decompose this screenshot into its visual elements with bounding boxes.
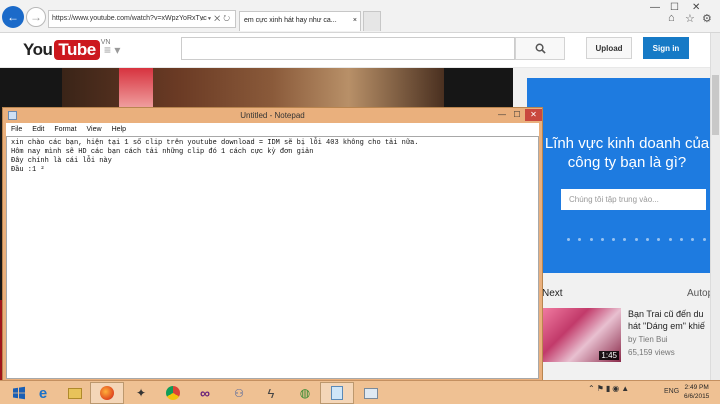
tab-title: em cực xinh hát hay như ca... <box>244 17 337 24</box>
menu-format[interactable]: Format <box>49 126 81 133</box>
page-scrollbar[interactable] <box>710 33 720 380</box>
system-tray-icons[interactable]: ⌃⚑▮◉▲ <box>588 384 631 393</box>
clock-date: 6/6/2015 <box>684 393 710 400</box>
visual-studio-icon[interactable]: ∞ <box>188 382 222 404</box>
notepad-window: Untitled - Notepad — ☐ ✕ File Edit Forma… <box>2 107 543 382</box>
maximize-button[interactable]: ☐ <box>510 109 524 121</box>
notepad-icon[interactable] <box>320 382 354 404</box>
scrollbar-thumb[interactable] <box>712 75 719 135</box>
notepad-menu-bar: File Edit Format View Help <box>6 123 539 136</box>
tab-youtube[interactable]: em cực xinh hát hay như ca... × <box>239 11 361 31</box>
gear-icon[interactable]: ⚙ <box>702 12 712 25</box>
menu-help[interactable]: Help <box>107 126 131 133</box>
address-bar[interactable]: https://www.youtube.com/watch?v=xWpzYoRx… <box>48 10 236 28</box>
address-bar-icons[interactable]: ⌕▾✕↻ <box>200 11 233 27</box>
next-video-title[interactable]: Bạn Trai cũ đến du hát "Dáng em" khiế <box>628 308 720 332</box>
notepad-title: Untitled - Notepad <box>240 111 305 120</box>
youtube-logo[interactable]: You Tube VN <box>23 39 110 61</box>
search-input[interactable] <box>181 37 515 60</box>
youtube-header: You Tube VN ≡ ▾ Upload Sign in <box>0 33 720 68</box>
next-video-title-line: Bạn Trai cũ đến du <box>628 309 704 319</box>
next-video-views: 65,159 views <box>628 348 675 357</box>
arrow-left-icon: ← <box>7 10 19 24</box>
text-line: xin chào các bạn, hiện tại 1 số clip trê… <box>11 139 419 147</box>
text-line: Đây chính là cái lỗi này <box>11 157 112 165</box>
browser-toolbar: ← → https://www.youtube.com/watch?v=xWpz… <box>0 0 720 33</box>
guide-menu-icon[interactable]: ≡ ▾ <box>104 43 120 57</box>
upload-button[interactable]: Upload <box>586 37 632 59</box>
chrome-icon[interactable] <box>156 382 190 404</box>
menu-edit[interactable]: Edit <box>27 126 49 133</box>
sign-in-button[interactable]: Sign in <box>643 37 689 59</box>
new-tab-button[interactable] <box>363 11 381 31</box>
next-video-thumbnail[interactable]: 1:45 <box>543 308 621 362</box>
text-line: Đầu :1 ² <box>11 166 45 174</box>
up-next-label: Next <box>542 288 563 299</box>
clock[interactable]: 2:49 PM 6/6/2015 <box>684 383 709 401</box>
taskbar: e ✦ ∞ ⚇ ϟ ◍ ⌃⚑▮◉▲ ENG 2:49 PM 6/6/2015 <box>0 380 720 404</box>
search-button[interactable] <box>515 37 565 60</box>
next-video-channel[interactable]: by Tien Bui <box>628 335 668 344</box>
sidebar: Lĩnh vực kinh doanh của công ty bạn là g… <box>513 68 720 380</box>
video-duration: 1:45 <box>599 351 619 360</box>
firefox-icon[interactable] <box>90 382 124 404</box>
ie-icon[interactable]: e <box>26 382 60 404</box>
file-explorer-icon[interactable] <box>58 382 92 404</box>
text-line: Hôm nay mình sẽ HD các bạn cách tải nhữn… <box>11 148 314 156</box>
home-icon[interactable]: ⌂ <box>668 12 675 24</box>
back-button[interactable]: ← <box>2 6 24 28</box>
minimize-button[interactable]: — <box>495 109 509 121</box>
menu-file[interactable]: File <box>6 126 27 133</box>
logo-you-text: You <box>23 40 53 59</box>
windows-store-icon[interactable]: ✦ <box>124 382 158 404</box>
ad-dots <box>567 238 717 241</box>
arrow-right-icon: → <box>30 10 42 24</box>
close-button[interactable]: ✕ <box>525 109 542 121</box>
url-text: https://www.youtube.com/watch?v=xWpzYoRx… <box>52 15 207 22</box>
forward-button[interactable]: → <box>26 7 46 27</box>
torrent-icon[interactable]: ◍ <box>288 382 322 404</box>
ad-banner[interactable]: Lĩnh vực kinh doanh của công ty bạn là g… <box>527 78 720 273</box>
clock-time: 2:49 PM <box>684 384 709 391</box>
search-icon <box>535 43 546 54</box>
connections-icon[interactable]: ⚇ <box>222 382 256 404</box>
lightning-icon[interactable]: ϟ <box>254 382 288 404</box>
video-poster <box>119 68 153 108</box>
menu-view[interactable]: View <box>82 126 107 133</box>
ad-input[interactable]: Chúng tôi tập trung vào... › <box>561 189 720 210</box>
next-video-title-line: hát "Dáng em" khiế <box>628 321 705 331</box>
tab-close-icon[interactable]: × <box>353 12 357 30</box>
notepad-text-area[interactable]: xin chào các bạn, hiện tại 1 số clip trê… <box>6 136 539 379</box>
logo-tube-text: Tube <box>54 40 100 60</box>
ad-input-placeholder: Chúng tôi tập trung vào... <box>569 195 659 204</box>
language-indicator[interactable]: ENG <box>664 388 679 395</box>
window-icon[interactable] <box>354 382 388 404</box>
minimize-icon[interactable]: — <box>650 2 660 13</box>
favorites-star-icon[interactable]: ☆ <box>685 12 695 25</box>
ad-headline: Lĩnh vực kinh doanh của công ty bạn là g… <box>544 135 710 171</box>
